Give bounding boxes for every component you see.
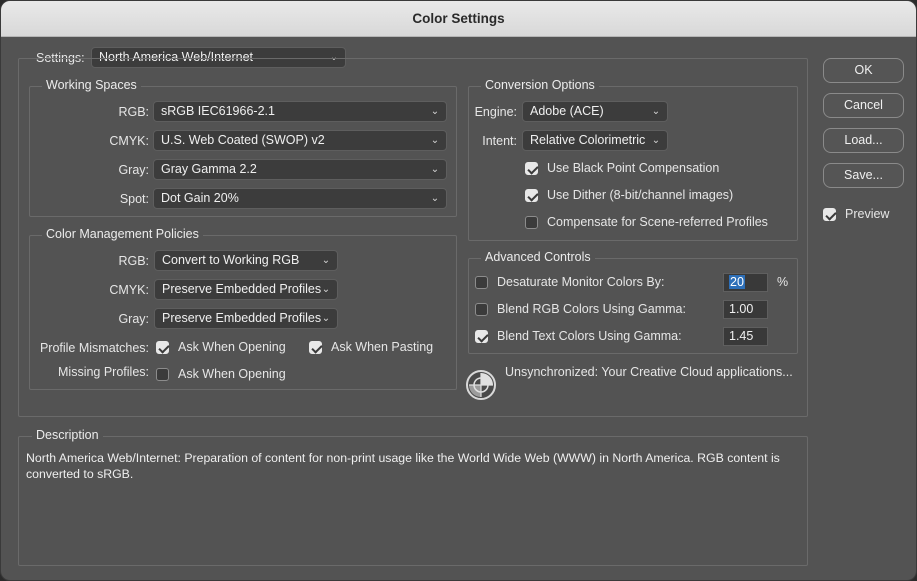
- ws-cmyk-label: CMYK:: [109, 134, 149, 148]
- conversion-options-title: Conversion Options: [481, 78, 599, 92]
- description-text: North America Web/Internet: Preparation …: [26, 451, 780, 481]
- intent-dropdown[interactable]: Relative Colorimetric ⌄: [522, 130, 668, 151]
- working-spaces-title: Working Spaces: [42, 78, 141, 92]
- policy-rgb-dropdown[interactable]: Convert to Working RGB ⌄: [154, 250, 338, 271]
- policy-rgb-value: Convert to Working RGB: [162, 253, 300, 267]
- ask-when-pasting-checkbox[interactable]: [309, 341, 322, 354]
- policy-cmyk-value: Preserve Embedded Profiles: [162, 282, 322, 296]
- dither-label: Use Dither (8-bit/channel images): [547, 188, 734, 202]
- engine-dropdown[interactable]: Adobe (ACE) ⌄: [522, 101, 668, 122]
- scene-referred-checkbox[interactable]: [525, 216, 538, 229]
- ask-when-opening-checkbox[interactable]: [156, 341, 169, 354]
- sync-status-icon: [465, 369, 497, 401]
- profile-mismatches-label: Profile Mismatches:: [39, 341, 149, 355]
- advanced-controls-title: Advanced Controls: [481, 250, 595, 264]
- blend-rgb-checkbox[interactable]: [475, 303, 488, 316]
- scene-referred-label: Compensate for Scene-referred Profiles: [547, 215, 768, 229]
- policies-title: Color Management Policies: [42, 227, 203, 241]
- chevron-down-icon: ⌄: [651, 135, 661, 146]
- chevron-down-icon: ⌄: [321, 255, 331, 266]
- dither-checkbox[interactable]: [525, 189, 538, 202]
- blend-rgb-label: Blend RGB Colors Using Gamma:: [497, 302, 686, 316]
- blend-text-label: Blend Text Colors Using Gamma:: [497, 329, 682, 343]
- missing-profiles-label: Missing Profiles:: [58, 365, 149, 379]
- policy-gray-value: Preserve Embedded Profiles: [162, 311, 322, 325]
- ask-when-opening-label: Ask When Opening: [178, 340, 286, 354]
- ws-spot-dropdown[interactable]: Dot Gain 20% ⌄: [153, 188, 447, 209]
- chevron-down-icon: ⌄: [430, 193, 440, 204]
- missing-ask-when-opening-checkbox[interactable]: [156, 368, 169, 381]
- policy-cmyk-dropdown[interactable]: Preserve Embedded Profiles ⌄: [154, 279, 338, 300]
- color-settings-dialog: Color Settings Settings: North America W…: [0, 0, 917, 581]
- missing-ask-when-opening-label: Ask When Opening: [178, 367, 286, 381]
- policy-rgb-label: RGB:: [118, 254, 149, 268]
- ws-cmyk-value: U.S. Web Coated (SWOP) v2: [161, 133, 325, 147]
- ws-gray-label: Gray:: [118, 163, 149, 177]
- engine-label: Engine:: [474, 105, 517, 119]
- black-point-label: Use Black Point Compensation: [547, 161, 720, 175]
- load-button[interactable]: Load...: [823, 128, 904, 153]
- sync-status-text: Unsynchronized: Your Creative Cloud appl…: [505, 365, 793, 379]
- intent-label: Intent:: [482, 134, 517, 148]
- chevron-down-icon: ⌄: [430, 106, 440, 117]
- ws-spot-label: Spot:: [119, 192, 149, 206]
- chevron-down-icon: ⌄: [651, 106, 661, 117]
- ws-spot-value: Dot Gain 20%: [161, 191, 239, 205]
- preview-checkbox[interactable]: [823, 208, 836, 221]
- policy-gray-label: Gray:: [118, 312, 149, 326]
- save-button[interactable]: Save...: [823, 163, 904, 188]
- desaturate-value: 20: [729, 275, 745, 289]
- desaturate-unit: %: [777, 275, 789, 289]
- ws-rgb-label: RGB:: [118, 105, 149, 119]
- description-title: Description: [32, 428, 103, 442]
- chevron-down-icon: ⌄: [321, 313, 331, 324]
- chevron-down-icon: ⌄: [430, 135, 440, 146]
- ws-gray-value: Gray Gamma 2.2: [161, 162, 257, 176]
- desaturate-input[interactable]: 20: [723, 273, 768, 292]
- chevron-down-icon: ⌄: [430, 164, 440, 175]
- ws-rgb-dropdown[interactable]: sRGB IEC61966-2.1 ⌄: [153, 101, 447, 122]
- blend-text-input[interactable]: 1.45: [723, 327, 768, 346]
- policy-cmyk-label: CMYK:: [109, 283, 149, 297]
- engine-value: Adobe (ACE): [530, 104, 604, 118]
- preview-label: Preview: [845, 207, 890, 221]
- ws-gray-dropdown[interactable]: Gray Gamma 2.2 ⌄: [153, 159, 447, 180]
- intent-value: Relative Colorimetric: [530, 133, 646, 147]
- policy-gray-dropdown[interactable]: Preserve Embedded Profiles ⌄: [154, 308, 338, 329]
- ask-when-pasting-label: Ask When Pasting: [331, 340, 434, 354]
- cancel-button[interactable]: Cancel: [823, 93, 904, 118]
- chevron-down-icon: ⌄: [321, 284, 331, 295]
- blend-rgb-input[interactable]: 1.00: [723, 300, 768, 319]
- black-point-checkbox[interactable]: [525, 162, 538, 175]
- window-title: Color Settings: [1, 1, 916, 37]
- desaturate-checkbox[interactable]: [475, 276, 488, 289]
- ws-rgb-value: sRGB IEC61966-2.1: [161, 104, 275, 118]
- ok-button[interactable]: OK: [823, 58, 904, 83]
- ws-cmyk-dropdown[interactable]: U.S. Web Coated (SWOP) v2 ⌄: [153, 130, 447, 151]
- desaturate-label: Desaturate Monitor Colors By:: [497, 275, 665, 289]
- blend-text-checkbox[interactable]: [475, 330, 488, 343]
